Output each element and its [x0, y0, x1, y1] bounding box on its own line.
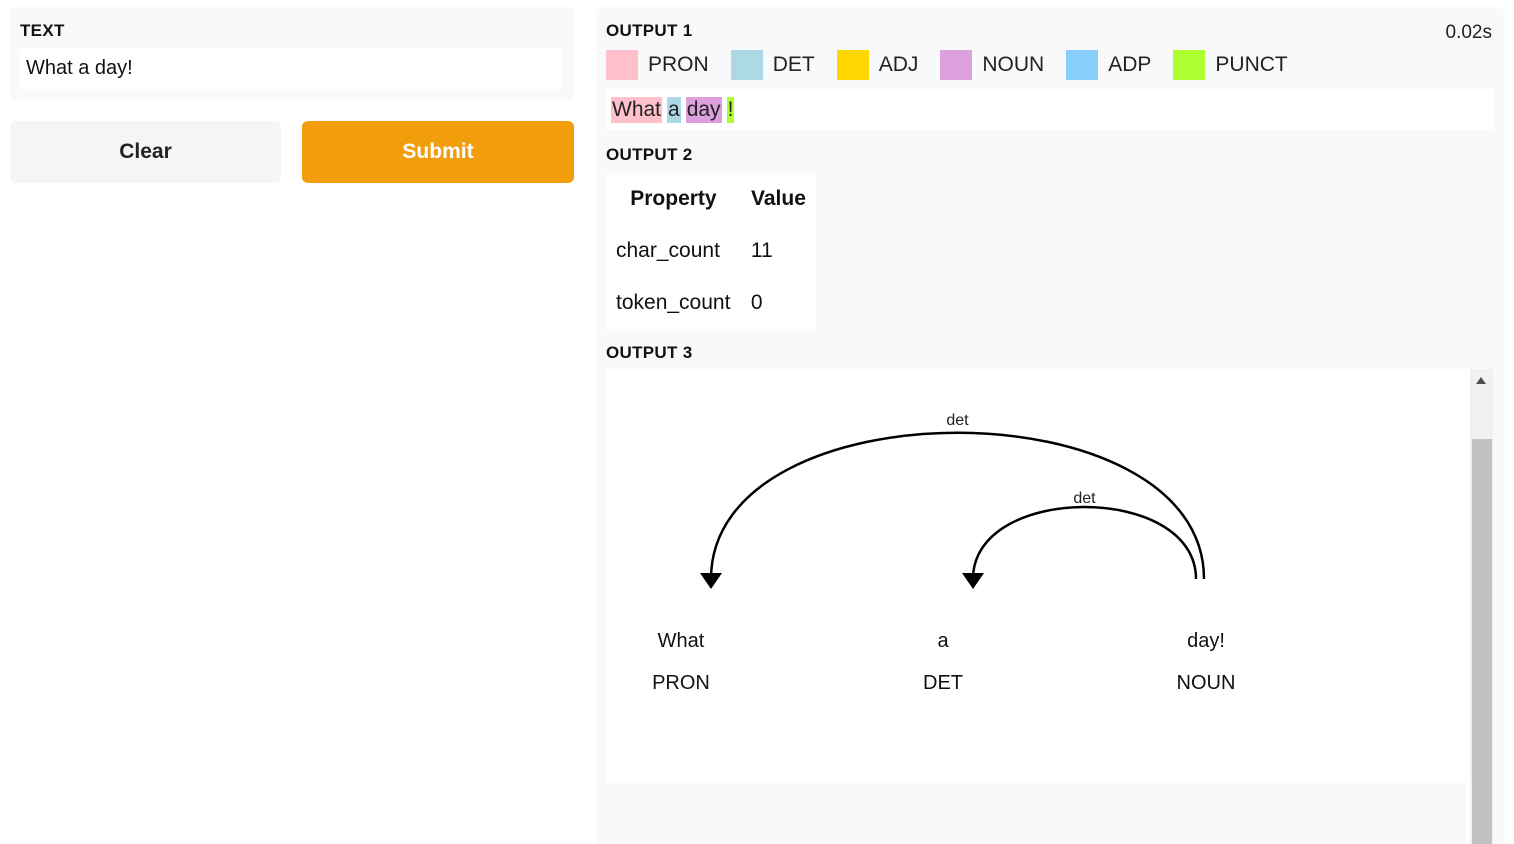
dep-word: a: [937, 630, 949, 652]
table-cell-value: 0: [750, 291, 763, 314]
legend-swatch: [730, 50, 763, 80]
table-row: char_count 11: [606, 225, 816, 277]
dep-arc-label: det: [946, 412, 969, 429]
highlighted-token: What: [611, 97, 663, 123]
dependency-canvas: det det What PRON a DET day! NOUN: [606, 369, 1466, 783]
table-row: token_count 0: [606, 277, 816, 329]
highlighted-token: day: [685, 97, 722, 123]
legend-item-punct: PUNCT: [1173, 50, 1288, 80]
properties-table: Property Value char_count 11 token_count…: [606, 173, 816, 329]
legend-item-noun: NOUN: [940, 50, 1044, 80]
table-header-row: Property Value: [606, 173, 816, 225]
dep-word: day!: [1187, 630, 1225, 652]
output3-label: OUTPUT 3: [606, 343, 693, 362]
clear-button[interactable]: Clear: [10, 121, 281, 183]
legend-label: ADJ: [878, 53, 919, 76]
pos-legend: PRON DET ADJ NOUN ADP PUNCT: [606, 49, 1310, 81]
dep-tag: PRON: [652, 672, 710, 694]
table-cell-property: token_count: [616, 291, 731, 314]
dep-arc: [971, 505, 1198, 580]
dep-tag: NOUN: [1177, 672, 1236, 694]
scroll-up-arrow-icon[interactable]: [1476, 377, 1486, 384]
dep-arrow-icon: [700, 573, 722, 589]
legend-label: ADP: [1108, 53, 1152, 76]
dep-tag: DET: [923, 672, 963, 694]
legend-swatch: [836, 50, 869, 80]
dependency-visualization: det det What PRON a DET day! NOUN: [606, 369, 1493, 844]
legend-swatch: [940, 50, 973, 80]
dep-arc-label: det: [1073, 490, 1096, 507]
table-cell-property: char_count: [616, 239, 720, 262]
dep-arc: [709, 431, 1206, 580]
dep-word: What: [658, 630, 705, 652]
table-cell-value: 11: [750, 239, 773, 262]
text-input[interactable]: What a day!: [20, 48, 563, 89]
submit-button[interactable]: Submit: [302, 121, 574, 183]
scroll-thumb[interactable]: [1472, 439, 1492, 844]
legend-item-adp: ADP: [1066, 50, 1151, 80]
legend-swatch: [1066, 50, 1099, 80]
dep-arrow-icon: [962, 573, 984, 589]
output-panel: OUTPUT 1 0.02s PRON DET ADJ NOUN ADP PUNCT Wh…: [596, 7, 1504, 844]
highlighted-text: What a day!: [606, 89, 1493, 130]
timer-badge: 0.02s: [1445, 22, 1492, 43]
visualization-footer: [606, 783, 1466, 844]
legend-swatch: [606, 50, 638, 80]
highlighted-token: a: [667, 97, 681, 123]
legend-label: PUNCT: [1215, 53, 1288, 76]
legend-swatch: [1173, 50, 1206, 80]
table-header-property: Property: [630, 187, 717, 210]
legend-label: PRON: [648, 53, 709, 76]
output1-label: OUTPUT 1: [606, 21, 693, 40]
table-header-value: Value: [751, 187, 806, 210]
text-input-label: TEXT: [20, 21, 65, 40]
legend-label: DET: [772, 53, 815, 76]
text-input-block: TEXT What a day!: [10, 7, 574, 99]
vertical-scrollbar[interactable]: [1470, 369, 1493, 844]
legend-item-det: DET: [730, 50, 815, 80]
legend-item-pron: PRON: [606, 50, 709, 80]
dependency-graph: det det What PRON a DET day! NOUN: [652, 412, 1236, 694]
output2-label: OUTPUT 2: [606, 145, 693, 164]
legend-item-adj: ADJ: [836, 50, 919, 80]
legend-label: NOUN: [982, 53, 1045, 76]
highlighted-token: !: [726, 97, 735, 123]
